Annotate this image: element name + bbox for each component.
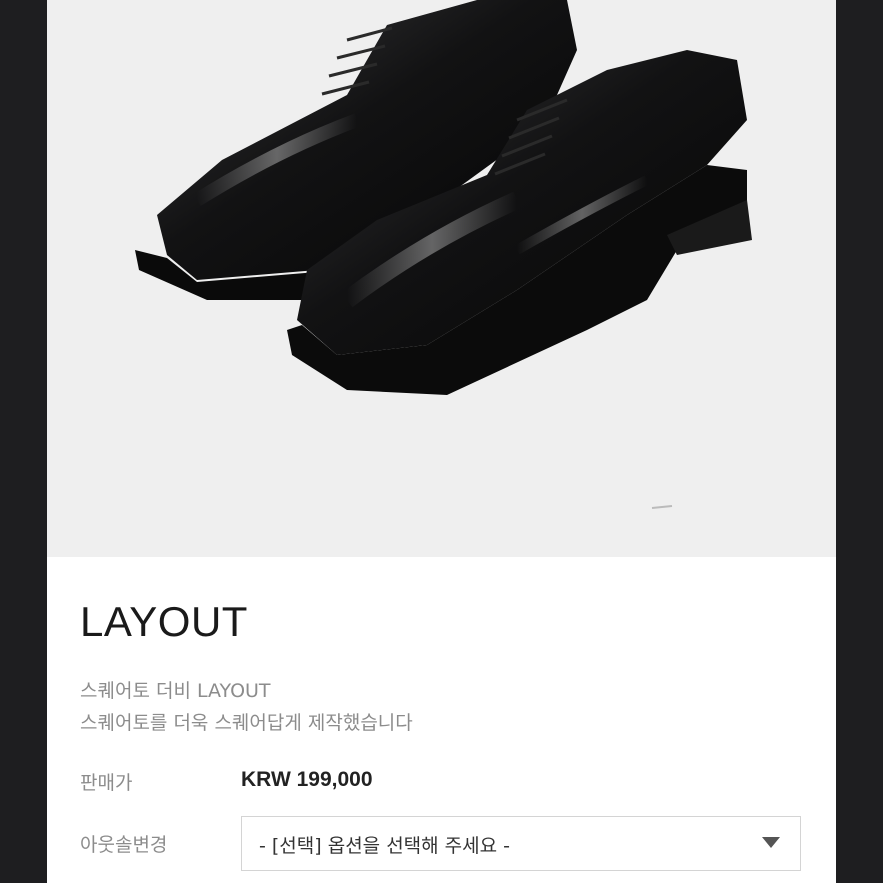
product-page: LAYOUT 스퀘어토 더비 LAYOUT 스퀘어토를 더욱 스퀘어답게 제작했… [47,0,836,883]
option-selected-value: - [선택] 옵션을 선택해 주세요 - [259,835,511,857]
product-name: LAYOUT [80,598,248,645]
triangle-down-icon [762,837,780,848]
price-value: KRW 199,000 [241,768,373,791]
price-label: 판매가 [80,772,133,794]
product-description: 스퀘어토 더비 LAYOUT 스퀘어토를 더욱 스퀘어답게 제작했습니다 [80,675,413,739]
shoes-illustration [135,0,752,509]
product-image[interactable] [47,0,836,557]
description-line-2: 스퀘어토를 더욱 스퀘어답게 제작했습니다 [80,712,413,734]
option-label: 아웃솔변경 [80,834,168,856]
outsole-option-select[interactable]: - [선택] 옵션을 선택해 주세요 - [241,816,801,871]
description-line-1: 스퀘어토 더비 LAYOUT [80,680,271,702]
